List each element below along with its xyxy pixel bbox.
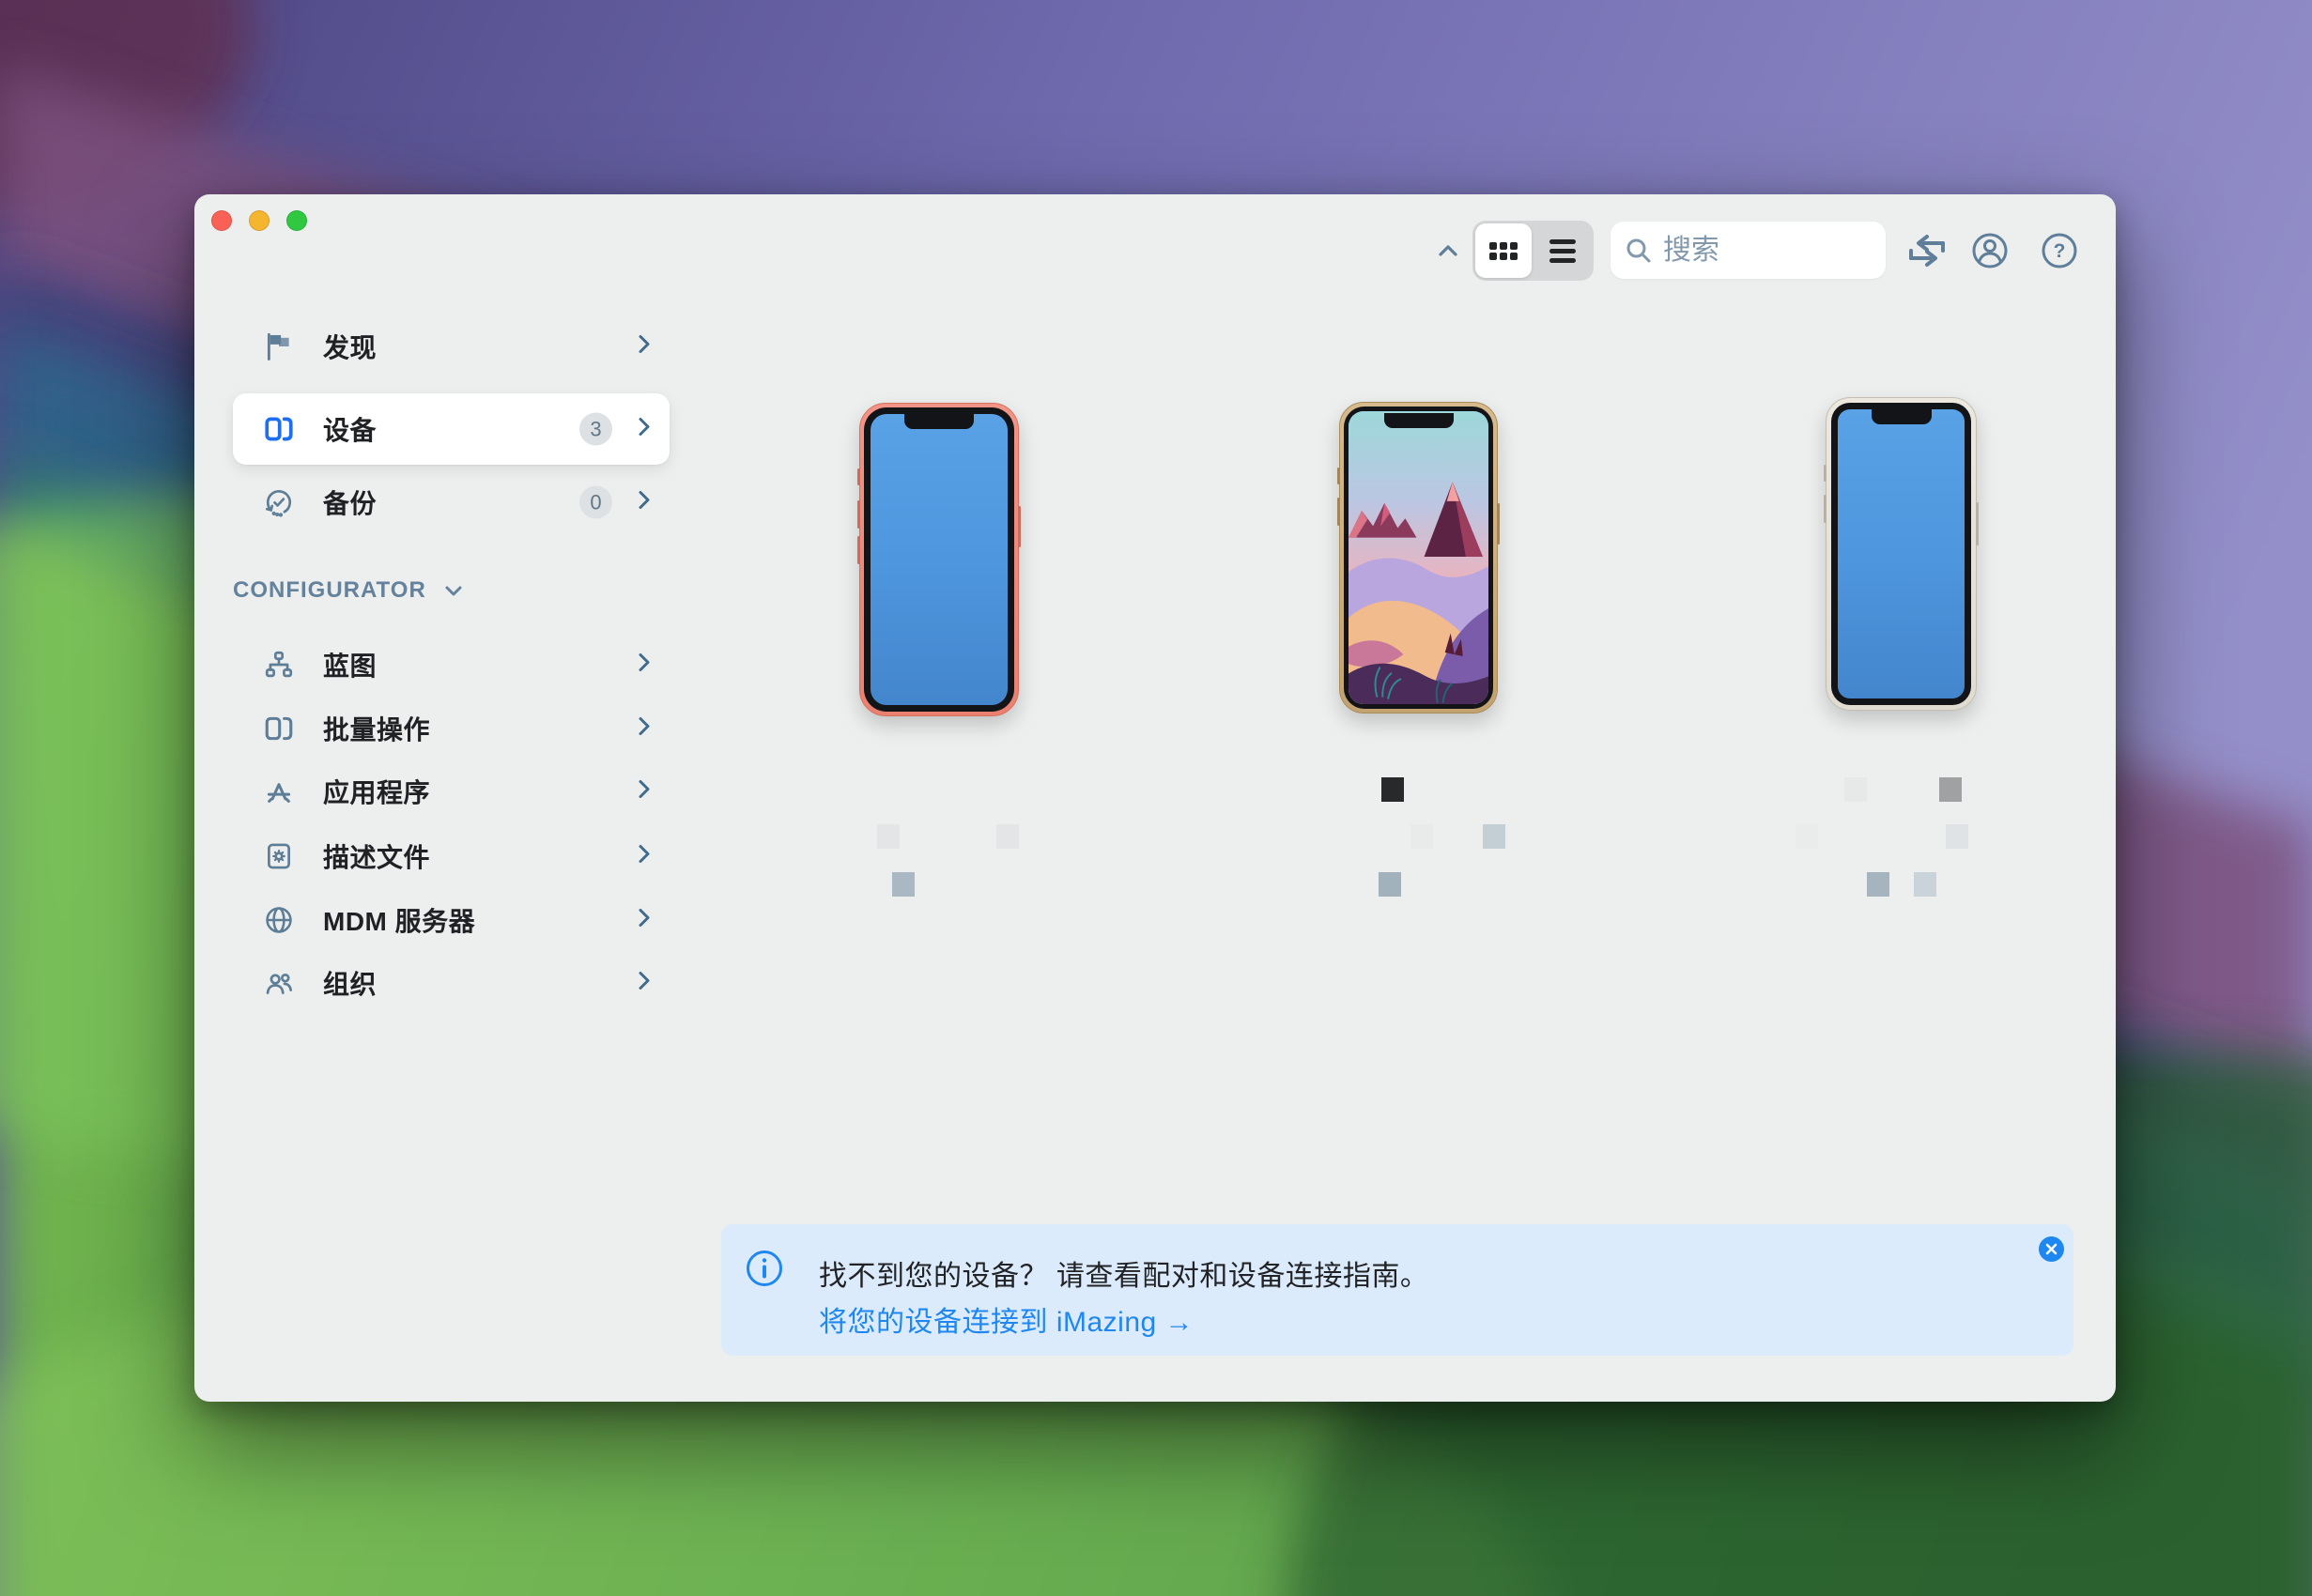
account-button[interactable] [1968,229,2011,272]
phone-notch [904,414,974,429]
close-icon [2045,1243,2058,1255]
device-card-iphone-coral[interactable] [857,403,1021,724]
sidebar-item-batch-operations[interactable]: 批量操作 [233,697,670,760]
close-window-button[interactable] [211,210,232,231]
backup-icon [265,489,292,517]
phone-notch [1871,409,1932,424]
section-header-label: CONFIGURATOR [233,577,426,603]
view-mode-segmented-control [1472,221,1594,281]
sidebar-item-label: MDM 服务器 [323,907,476,936]
window-controls [211,210,307,231]
organization-icon [266,974,292,994]
account-icon [1972,233,2008,269]
grid-view-icon [1489,241,1518,260]
sidebar-item-label: 应用程序 [323,778,431,807]
chevron-right-icon [637,489,652,516]
minimize-window-button[interactable] [249,210,270,231]
sidebar-item-label: 描述文件 [323,843,431,872]
phone-screen-blue [871,414,1008,705]
chevron-right-icon [637,416,652,443]
chevron-right-icon [637,715,652,743]
transfer-arrows-icon [1909,235,1945,267]
chevron-right-icon [637,778,652,806]
banner-close-button[interactable] [2039,1236,2064,1262]
search-icon [1626,238,1651,262]
search-field[interactable] [1611,222,1886,279]
svg-text:?: ? [2054,240,2066,262]
device-card-iphone-silver[interactable] [1824,397,1979,718]
phone-screen-blue [1838,409,1965,698]
sidebar-item-blueprints[interactable]: 蓝图 [233,633,670,697]
chevron-down-icon [445,586,462,596]
sidebar-item-backups[interactable]: 备份 0 [233,470,670,534]
chevron-right-icon [637,843,652,870]
configurator-section-header[interactable]: CONFIGURATOR [233,572,464,609]
flags-icon [267,332,289,361]
help-icon: ? [2042,233,2077,269]
chevron-right-icon [637,907,652,934]
sidebar-item-devices[interactable]: 设备 3 [233,393,670,465]
sidebar-item-label: 蓝图 [323,652,378,681]
device-connection-banner: 找不到您的设备？ 请查看配对和设备连接指南。 将您的设备连接到 iMazing … [721,1224,2073,1356]
phone-screen-wallpaper [1349,411,1488,704]
sidebar-item-organization[interactable]: 组织 [233,951,670,1015]
sidebar-item-label: 备份 [323,489,378,518]
sidebar-item-profiles[interactable]: 描述文件 [233,824,670,888]
imazing-window: ? 发现 设备 3 [194,194,2116,1402]
applications-icon [267,783,291,803]
chevron-right-icon [637,970,652,997]
sidebar-item-discover[interactable]: 发现 [233,315,670,378]
list-view-icon [1549,238,1576,263]
sidebar-item-label: 发现 [323,333,378,362]
sidebar-item-label: 设备 [323,416,378,445]
grid-view-button[interactable] [1475,223,1532,278]
phone-notch [1383,413,1454,428]
profiles-icon [268,843,290,869]
backups-count-badge: 0 [579,485,612,519]
search-input[interactable] [1663,234,1873,267]
help-button[interactable]: ? [2038,229,2081,272]
banner-message: 找不到您的设备？ 请查看配对和设备连接指南。 [819,1261,1429,1292]
device-card-iphone-gold[interactable] [1337,402,1500,721]
mdm-server-icon [266,907,292,933]
collapse-toolbar-button[interactable] [1434,239,1462,262]
sidebar-item-mdm-server[interactable]: MDM 服务器 [233,888,670,952]
sidebar-item-label: 批量操作 [323,715,431,744]
chevron-right-icon [637,652,652,679]
blueprint-icon [265,651,293,678]
landscape-wallpaper-art [1349,411,1488,704]
connect-device-link[interactable]: 将您的设备连接到 iMazing → [819,1298,1194,1340]
sidebar-item-label: 组织 [323,970,378,999]
chevron-right-icon [637,333,652,361]
sidebar-item-applications[interactable]: 应用程序 [233,760,670,823]
transfer-button[interactable] [1905,229,1949,272]
info-icon [747,1251,782,1286]
zoom-window-button[interactable] [286,210,307,231]
list-view-button[interactable] [1534,223,1591,278]
devices-count-badge: 3 [579,412,612,446]
batch-operations-icon [265,716,293,741]
devices-icon [265,417,293,441]
